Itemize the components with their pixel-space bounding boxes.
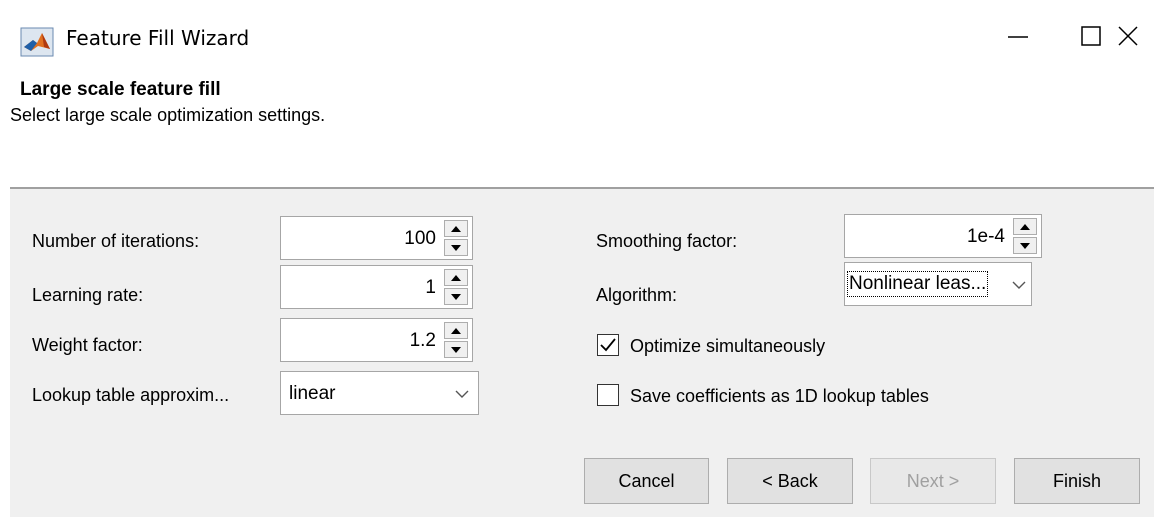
close-button[interactable] — [1102, 14, 1154, 62]
optimize-simultaneously-checkbox[interactable] — [597, 334, 619, 356]
lookup-table-label: Lookup table approxim... — [32, 385, 230, 405]
lookup-table-dropdown[interactable]: linear — [280, 371, 479, 415]
learning-rate-stepper — [444, 269, 468, 305]
chevron-down-icon — [454, 386, 470, 402]
wizard-description: Select large scale optimization settings… — [10, 105, 326, 125]
checkmark-icon — [600, 338, 616, 352]
smoothing-factor-value[interactable]: 1e-4 — [967, 226, 1005, 248]
close-icon — [1117, 25, 1139, 52]
arrow-down-icon — [1020, 242, 1030, 249]
maximize-icon — [1080, 25, 1102, 52]
arrow-down-icon — [451, 244, 461, 251]
decrement-button[interactable] — [444, 288, 468, 305]
next-button[interactable]: Next > — [870, 458, 996, 504]
learning-rate-value[interactable]: 1 — [425, 277, 436, 299]
chevron-down-icon — [1011, 277, 1027, 293]
learning-rate-label: Learning rate: — [32, 285, 144, 305]
algorithm-value: Nonlinear leas... — [846, 271, 989, 297]
window-title: Feature Fill Wizard — [66, 26, 250, 50]
iterations-label: Number of iterations: — [32, 231, 200, 251]
arrow-up-icon — [451, 225, 461, 232]
arrow-down-icon — [451, 346, 461, 353]
increment-button[interactable] — [444, 269, 468, 286]
learning-rate-spinner[interactable]: 1 — [280, 265, 473, 309]
decrement-button[interactable] — [1013, 237, 1037, 254]
cancel-button[interactable]: Cancel — [584, 458, 709, 504]
minimize-icon — [1007, 25, 1029, 52]
iterations-value[interactable]: 100 — [404, 228, 436, 250]
arrow-up-icon — [451, 327, 461, 334]
increment-button[interactable] — [1013, 218, 1037, 235]
wizard-heading: Large scale feature fill — [20, 79, 221, 100]
arrow-down-icon — [451, 293, 461, 300]
back-button[interactable]: < Back — [727, 458, 853, 504]
lookup-table-value: linear — [289, 383, 336, 404]
save-coefficients-label: Save coefficients as 1D lookup tables — [630, 386, 929, 406]
smoothing-factor-spinner[interactable]: 1e-4 — [844, 214, 1042, 258]
decrement-button[interactable] — [444, 239, 468, 256]
weight-factor-label: Weight factor: — [32, 335, 143, 355]
arrow-up-icon — [451, 274, 461, 281]
weight-factor-spinner[interactable]: 1.2 — [280, 318, 473, 362]
finish-button[interactable]: Finish — [1014, 458, 1140, 504]
increment-button[interactable] — [444, 322, 468, 339]
smoothing-factor-label: Smoothing factor: — [596, 231, 738, 251]
smoothing-factor-stepper — [1013, 218, 1037, 254]
minimize-button[interactable] — [990, 14, 1046, 62]
optimize-simultaneously-label: Optimize simultaneously — [630, 336, 826, 356]
algorithm-dropdown[interactable]: Nonlinear leas... — [844, 262, 1032, 306]
decrement-button[interactable] — [444, 341, 468, 358]
iterations-stepper — [444, 220, 468, 256]
matlab-logo-icon — [20, 27, 54, 57]
weight-factor-stepper — [444, 322, 468, 358]
algorithm-label: Algorithm: — [596, 285, 678, 305]
weight-factor-value[interactable]: 1.2 — [410, 330, 436, 352]
increment-button[interactable] — [444, 220, 468, 237]
iterations-spinner[interactable]: 100 — [280, 216, 473, 260]
arrow-up-icon — [1020, 223, 1030, 230]
save-coefficients-checkbox[interactable] — [597, 384, 619, 406]
title-bar: Feature Fill Wizard — [0, 0, 1154, 72]
